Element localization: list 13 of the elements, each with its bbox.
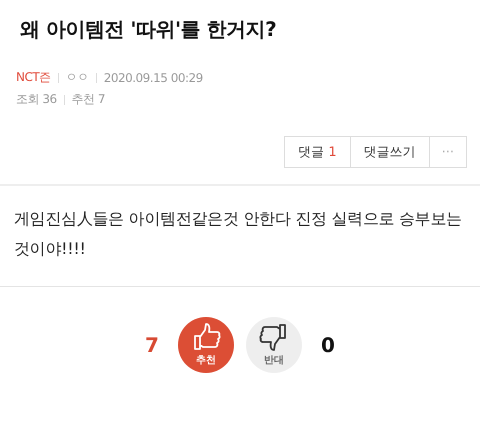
post-title: 왜 아이템전 '따위'를 한거지?: [19, 16, 278, 43]
upvote-button[interactable]: 추천: [178, 317, 234, 373]
post-date: 2020.09.15 00:29: [104, 70, 203, 84]
thumbs-up-icon: [191, 323, 221, 351]
downvote-count: 0: [320, 333, 336, 357]
view-count: 조회 36: [16, 91, 57, 108]
upvote-count: 7: [144, 333, 160, 357]
downvote-button[interactable]: 반대: [246, 317, 302, 373]
thumbs-down-icon: [259, 323, 289, 351]
author-level: ㅇㅇ: [66, 69, 89, 86]
post-body: 게임진심人들은 아이템전같은것 안한다 진정 실력으로 승부보는것이야!!!!: [13, 208, 463, 260]
recommend-count: 추천 7: [72, 91, 106, 108]
author-name[interactable]: NCT즌: [16, 69, 51, 86]
